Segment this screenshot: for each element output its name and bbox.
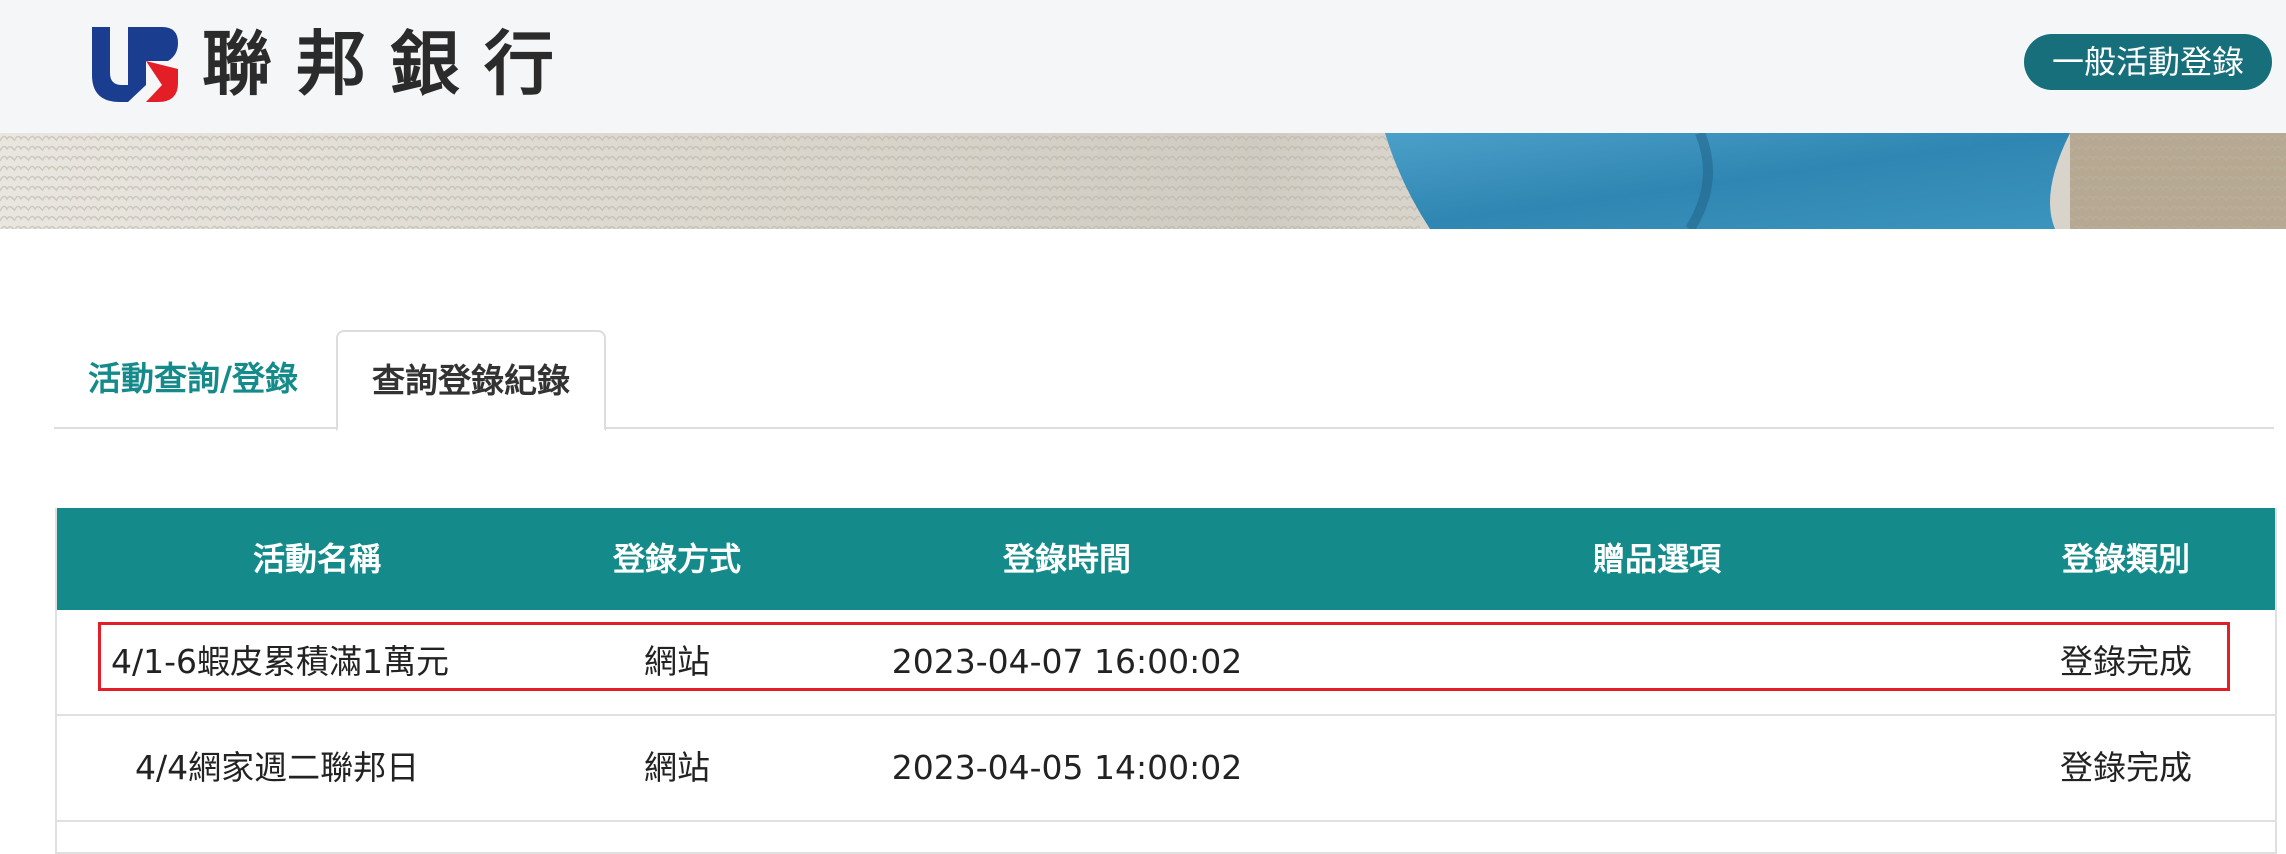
column-header-type: 登錄類別 xyxy=(2061,540,2190,578)
banner-image xyxy=(0,133,2286,229)
registration-records-table: 活動名稱 登錄方式 登錄時間 贈品選項 登錄類別 4/1-6蝦皮累積滿1萬元 網… xyxy=(55,508,2277,854)
cell-time: 2023-04-05 14:00:02 xyxy=(891,748,1243,787)
table-row xyxy=(57,822,2275,852)
column-header-event-name: 活動名稱 xyxy=(252,540,381,578)
cell-method: 網站 xyxy=(644,642,710,681)
cell-gift xyxy=(1337,610,1977,714)
cell-type: 登錄完成 xyxy=(2060,748,2192,787)
table-row: 4/1-6蝦皮累積滿1萬元 網站 2023-04-07 16:00:02 登錄完… xyxy=(57,610,2275,716)
tab-registration-records[interactable]: 查詢登錄紀錄 xyxy=(336,330,606,431)
cell-event-name: 4/4網家週二聯邦日 xyxy=(135,748,420,787)
ub-logo-icon xyxy=(92,26,178,102)
site-header: 聯邦銀行 一般活動登錄 xyxy=(0,0,2286,133)
cell-gift xyxy=(1337,716,1977,820)
cell-time: 2023-04-07 16:00:02 xyxy=(891,642,1243,681)
cell-event-name: 4/1-6蝦皮累積滿1萬元 xyxy=(111,642,450,681)
cell-type: 登錄完成 xyxy=(2060,642,2192,681)
table-header: 活動名稱 登錄方式 登錄時間 贈品選項 登錄類別 xyxy=(57,508,2275,610)
cell-method: 網站 xyxy=(644,748,710,787)
column-header-gift: 贈品選項 xyxy=(1592,540,1721,578)
bank-name: 聯邦銀行 xyxy=(202,23,578,105)
column-header-time: 登錄時間 xyxy=(1002,540,1131,578)
hero-banner xyxy=(0,133,2286,229)
column-header-method: 登錄方式 xyxy=(612,540,741,578)
tab-bar: 活動查詢/登錄 查詢登錄紀錄 xyxy=(54,330,2274,431)
bank-logo[interactable]: 聯邦銀行 xyxy=(92,24,578,104)
general-event-register-button[interactable]: 一般活動登錄 xyxy=(2023,34,2272,90)
table-row: 4/4網家週二聯邦日 網站 2023-04-05 14:00:02 登錄完成 xyxy=(57,716,2275,822)
tab-event-search-register[interactable]: 活動查詢/登錄 xyxy=(88,330,298,427)
